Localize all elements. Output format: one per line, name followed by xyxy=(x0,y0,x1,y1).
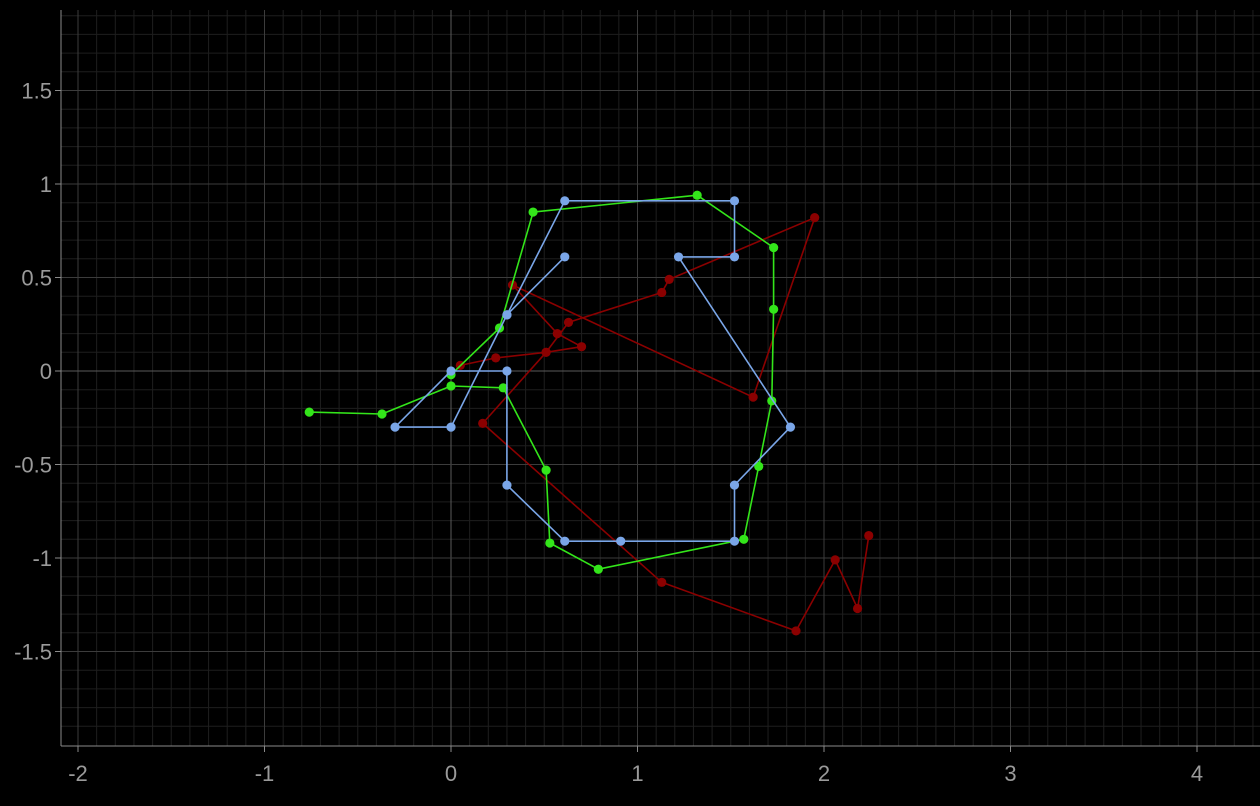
data-point xyxy=(563,317,574,327)
data-point xyxy=(864,530,874,541)
data-point xyxy=(446,422,456,432)
data-point xyxy=(446,366,456,376)
y-tick-label: -1.5 xyxy=(14,640,52,665)
y-tick-label: -0.5 xyxy=(14,453,52,478)
tick-labels: -2 -1 0 1 2 3 4 1.5 1 0.5 0 -0.5 -1 -1.5 xyxy=(14,79,1203,787)
data-point xyxy=(810,213,820,223)
y-tick-label: 1.5 xyxy=(21,79,52,104)
data-point xyxy=(748,392,758,402)
line-chart: -2 -1 0 1 2 3 4 1.5 1 0.5 0 -0.5 -1 -1.5 xyxy=(14,10,1260,787)
data-point xyxy=(729,536,740,546)
x-tick-label: 3 xyxy=(1004,761,1016,786)
y-tick-label: 1 xyxy=(40,172,52,197)
data-point xyxy=(446,381,456,391)
data-point xyxy=(502,310,512,320)
data-point xyxy=(729,252,740,262)
data-point xyxy=(304,407,314,417)
y-tick-label: -1 xyxy=(32,546,52,571)
data-point xyxy=(729,196,740,206)
data-point xyxy=(528,207,538,217)
data-point xyxy=(541,347,551,357)
data-point xyxy=(769,242,779,253)
minor-grid xyxy=(61,10,1260,746)
x-tick-label: 2 xyxy=(818,761,830,786)
data-point xyxy=(616,536,626,546)
x-tick-label: -2 xyxy=(68,761,88,786)
x-tick-label: 1 xyxy=(631,761,643,786)
data-point xyxy=(377,409,387,419)
data-point xyxy=(593,564,603,574)
data-point xyxy=(478,418,488,428)
data-point xyxy=(739,534,749,544)
y-tick-label: 0.5 xyxy=(21,266,52,291)
data-point xyxy=(491,353,501,363)
x-tick-label: -1 xyxy=(255,761,275,786)
data-point xyxy=(657,577,667,587)
x-tick-label: 0 xyxy=(445,761,457,786)
data-point xyxy=(552,329,562,339)
x-tick-label: 4 xyxy=(1191,761,1203,786)
series-layer xyxy=(304,190,874,636)
data-point xyxy=(560,252,570,262)
data-point xyxy=(673,252,684,262)
data-point xyxy=(657,287,667,298)
major-grid xyxy=(61,10,1260,746)
data-point xyxy=(390,422,400,432)
data-point xyxy=(502,366,512,376)
data-point xyxy=(664,274,674,284)
data-point xyxy=(541,465,551,475)
data-point xyxy=(852,603,863,614)
series-line xyxy=(309,194,775,571)
data-point xyxy=(545,538,555,548)
data-point xyxy=(785,422,796,432)
series-0 xyxy=(455,213,874,636)
data-point xyxy=(830,555,840,565)
data-point xyxy=(769,304,779,314)
y-tick-label: 0 xyxy=(40,359,52,384)
data-point xyxy=(729,480,740,490)
data-point xyxy=(692,190,702,200)
data-point xyxy=(560,196,570,206)
axis-lines xyxy=(55,10,1260,752)
data-point xyxy=(791,626,801,636)
data-point xyxy=(502,480,512,490)
data-point xyxy=(576,342,587,352)
data-point xyxy=(560,536,570,546)
